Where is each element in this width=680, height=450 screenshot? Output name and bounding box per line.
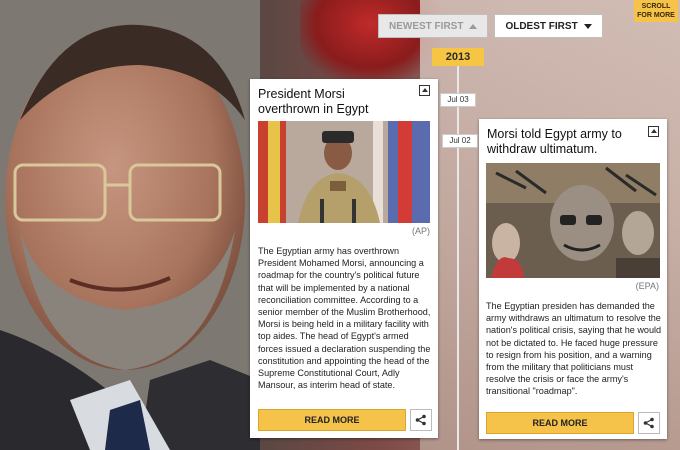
card-body: The Egyptian army has overthrown Preside… (258, 246, 431, 391)
scroll-for-more-label: SCROLL FOR MORE (637, 3, 675, 19)
share-icon (643, 417, 654, 429)
year-marker: 2013 (432, 48, 484, 66)
chevron-down-icon (583, 23, 592, 29)
oldest-first-label: OLDEST FIRST (505, 20, 578, 32)
collapse-icon[interactable] (419, 85, 430, 96)
date-tag-jul-03: Jul 03 (440, 93, 476, 107)
read-more-button[interactable]: READ MORE (258, 409, 406, 431)
card-title: Morsi told Egypt army to withdraw ultima… (487, 127, 622, 156)
card-body: The Egyptian presiden has demanded the a… (486, 301, 662, 397)
portrait-image (0, 0, 260, 450)
read-more-button[interactable]: READ MORE (486, 412, 634, 434)
collapse-icon[interactable] (648, 126, 659, 137)
share-button[interactable] (638, 412, 660, 434)
sort-controls: NEWEST FIRST OLDEST FIRST (378, 14, 603, 38)
card-title: President Morsi overthrown in Egypt (258, 87, 369, 116)
scroll-for-more-button[interactable]: SCROLL FOR MORE (634, 0, 678, 22)
photo-military-speech-image (258, 121, 430, 223)
share-button[interactable] (410, 409, 432, 431)
photo-credit: (EPA) (635, 281, 659, 291)
photo-credit: (AP) (412, 226, 430, 236)
share-icon (415, 414, 426, 426)
card-photo (258, 121, 430, 223)
chevron-up-icon (469, 23, 478, 29)
background-flag (300, 0, 440, 80)
photo-graffiti-mural-image (486, 163, 660, 278)
newest-first-button[interactable]: NEWEST FIRST (378, 14, 489, 38)
oldest-first-button[interactable]: OLDEST FIRST (494, 14, 603, 38)
date-tag-jul-02: Jul 02 (442, 134, 478, 148)
timeline-card-morsi-ultimatum: Morsi told Egypt army to withdraw ultima… (479, 119, 667, 439)
newest-first-label: NEWEST FIRST (389, 20, 464, 32)
timeline-card-morsi-overthrown: President Morsi overthrown in Egypt (AP)… (250, 79, 438, 438)
timeline-line (457, 64, 459, 450)
card-photo (486, 163, 660, 278)
